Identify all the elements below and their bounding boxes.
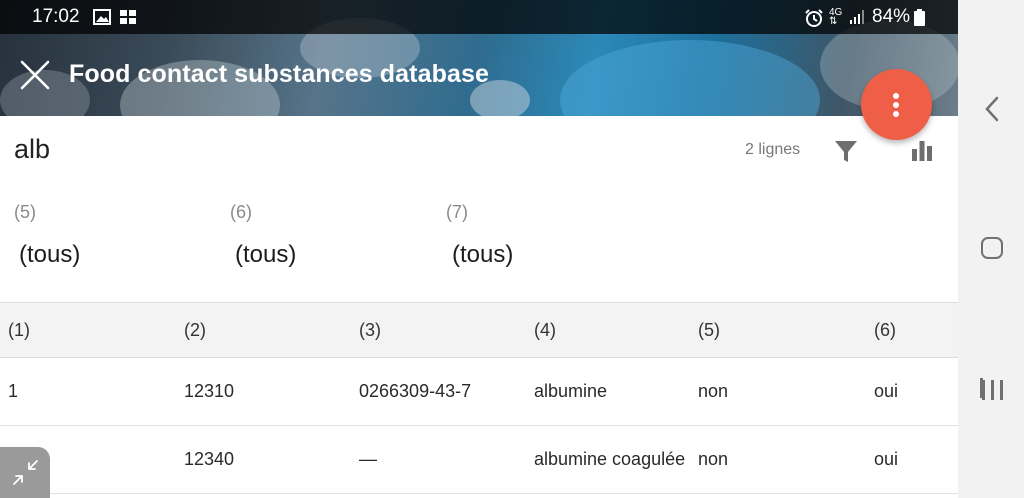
page-title: Food contact substances database — [69, 60, 489, 88]
gallery-icon — [119, 9, 137, 31]
filter-5-label: (5) — [14, 202, 36, 222]
collapse-icon — [13, 460, 38, 485]
collapse-button[interactable] — [0, 447, 50, 498]
table-row[interactable]: 2 12340 — albumine coagulée non oui — [0, 426, 958, 494]
table-cell: 0266309-43-7 — [359, 381, 472, 401]
filter-7-select[interactable]: (tous) — [452, 241, 513, 269]
filter-button[interactable] — [832, 137, 860, 165]
home-button[interactable] — [981, 237, 1003, 259]
battery-icon — [914, 9, 925, 32]
back-button[interactable] — [984, 96, 1000, 122]
column-header[interactable]: (5) — [698, 303, 858, 357]
bar-chart-icon — [912, 141, 932, 161]
table-row[interactable]: 1 12310 0266309-43-7 albumine non oui — [0, 358, 958, 426]
recents-icon — [980, 378, 1003, 400]
app-screen: 17:02 4G ⇅ 84% Food contact substances da… — [0, 0, 1024, 498]
close-icon — [20, 60, 50, 90]
battery-percent: 84% — [872, 6, 911, 27]
column-header[interactable]: (4) — [534, 303, 684, 357]
system-nav-bar — [958, 0, 1024, 498]
signal-icon — [849, 9, 865, 31]
status-time: 17:02 — [32, 6, 80, 27]
column-header[interactable]: (6) — [874, 303, 954, 357]
table-cell: 1 — [8, 381, 19, 401]
search-query[interactable]: alb — [14, 134, 50, 165]
results-table: (1) (2) (3) (4) (5) (6) 1 12310 0266309-… — [0, 302, 958, 494]
header-banner: 17:02 4G ⇅ 84% Food contact substances da… — [0, 0, 958, 116]
image-icon — [93, 9, 111, 31]
filter-icon — [835, 141, 857, 162]
table-cell: non — [698, 449, 729, 469]
table-cell: albumine — [534, 381, 608, 401]
column-header[interactable]: (3) — [359, 303, 519, 357]
filter-5-select[interactable]: (tous) — [19, 241, 80, 269]
row-count: 2 lignes — [745, 141, 801, 158]
back-icon — [985, 96, 999, 122]
table-cell: 12340 — [184, 449, 235, 469]
column-header[interactable]: (2) — [184, 303, 344, 357]
table-cell: oui — [874, 449, 899, 469]
close-button[interactable] — [18, 58, 52, 92]
alarm-icon — [804, 9, 824, 33]
column-header[interactable]: (1) — [8, 303, 168, 357]
table-cell: oui — [874, 381, 899, 401]
recents-button[interactable] — [980, 376, 1004, 400]
filter-7-label: (7) — [446, 202, 468, 222]
filter-6-select[interactable]: (tous) — [235, 241, 296, 269]
more-options-button[interactable] — [861, 69, 932, 140]
filter-6-label: (6) — [230, 202, 252, 222]
table-cell: 12310 — [184, 381, 235, 401]
network-4g-icon: 4G ⇅ — [829, 7, 843, 27]
table-cell: — — [359, 449, 377, 469]
table-cell: albumine coagulée — [534, 449, 685, 469]
status-bar: 17:02 4G ⇅ 84% — [0, 0, 958, 34]
table-header: (1) (2) (3) (4) (5) (6) — [0, 302, 958, 358]
chart-button[interactable] — [908, 137, 936, 163]
table-cell: non — [698, 381, 729, 401]
